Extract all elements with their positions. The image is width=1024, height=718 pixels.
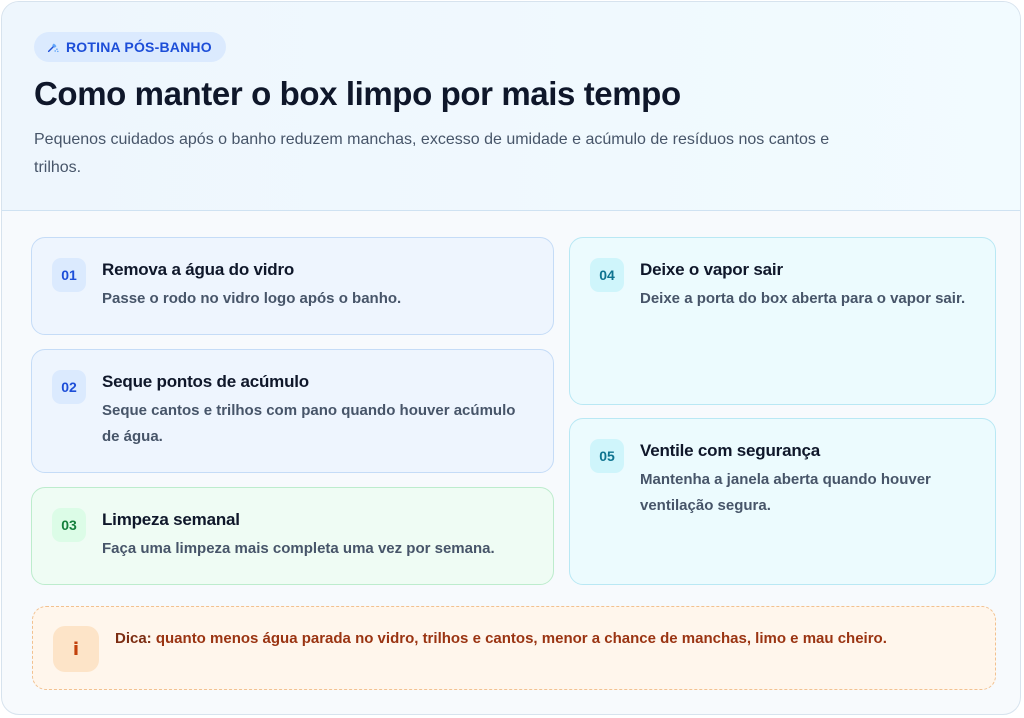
step-card-02: 02 Seque pontos de acúmulo Seque cantos … [31, 349, 554, 473]
page-subtitle: Pequenos cuidados após o banho reduzem m… [34, 131, 830, 176]
step-title: Deixe o vapor sair [640, 260, 783, 279]
step-description: Deixe a porta do box aberta para o vapor… [640, 290, 966, 307]
step-number-badge: 03 [52, 508, 86, 542]
shower-icon [47, 43, 59, 53]
info-icon: i [53, 626, 99, 672]
tip-text: Dica: quanto menos água parada no vidro,… [115, 627, 979, 651]
info-card: ROTINA PÓS-BANHO Como manter o box limpo… [1, 1, 1021, 715]
step-description: Passe o rodo no vidro logo após o banho. [102, 290, 402, 307]
step-number-badge: 04 [590, 258, 624, 292]
step-card-05: 05 Ventile com segurança Mantenha a jane… [569, 418, 996, 585]
step-card-01: 01 Remova a água do vidro Passe o rodo n… [31, 237, 554, 335]
badge-label: ROTINA PÓS-BANHO [66, 39, 212, 55]
step-card-03: 03 Limpeza semanal Faça uma limpeza mais… [31, 487, 554, 585]
step-description: Faça uma limpeza mais completa uma vez p… [102, 540, 495, 557]
step-title: Limpeza semanal [102, 510, 240, 529]
tip-callout: i Dica: quanto menos água parada no vidr… [32, 606, 996, 690]
header: ROTINA PÓS-BANHO Como manter o box limpo… [2, 2, 1020, 211]
step-title: Seque pontos de acúmulo [102, 372, 309, 391]
step-description: Seque cantos e trilhos com pano quando h… [102, 402, 516, 445]
page-title: Como manter o box limpo por mais tempo [34, 75, 681, 112]
step-title: Remova a água do vidro [102, 260, 295, 279]
step-title: Ventile com segurança [640, 441, 821, 460]
tip-label: Dica: [115, 630, 152, 647]
step-number-badge: 02 [52, 370, 86, 404]
step-card-04: 04 Deixe o vapor sair Deixe a porta do b… [569, 237, 996, 405]
step-description: Mantenha a janela aberta quando houver v… [640, 471, 931, 514]
step-number-badge: 01 [52, 258, 86, 292]
step-number-badge: 05 [590, 439, 624, 473]
tip-body: quanto menos água parada no vidro, trilh… [155, 630, 887, 647]
category-badge: ROTINA PÓS-BANHO [34, 32, 226, 62]
